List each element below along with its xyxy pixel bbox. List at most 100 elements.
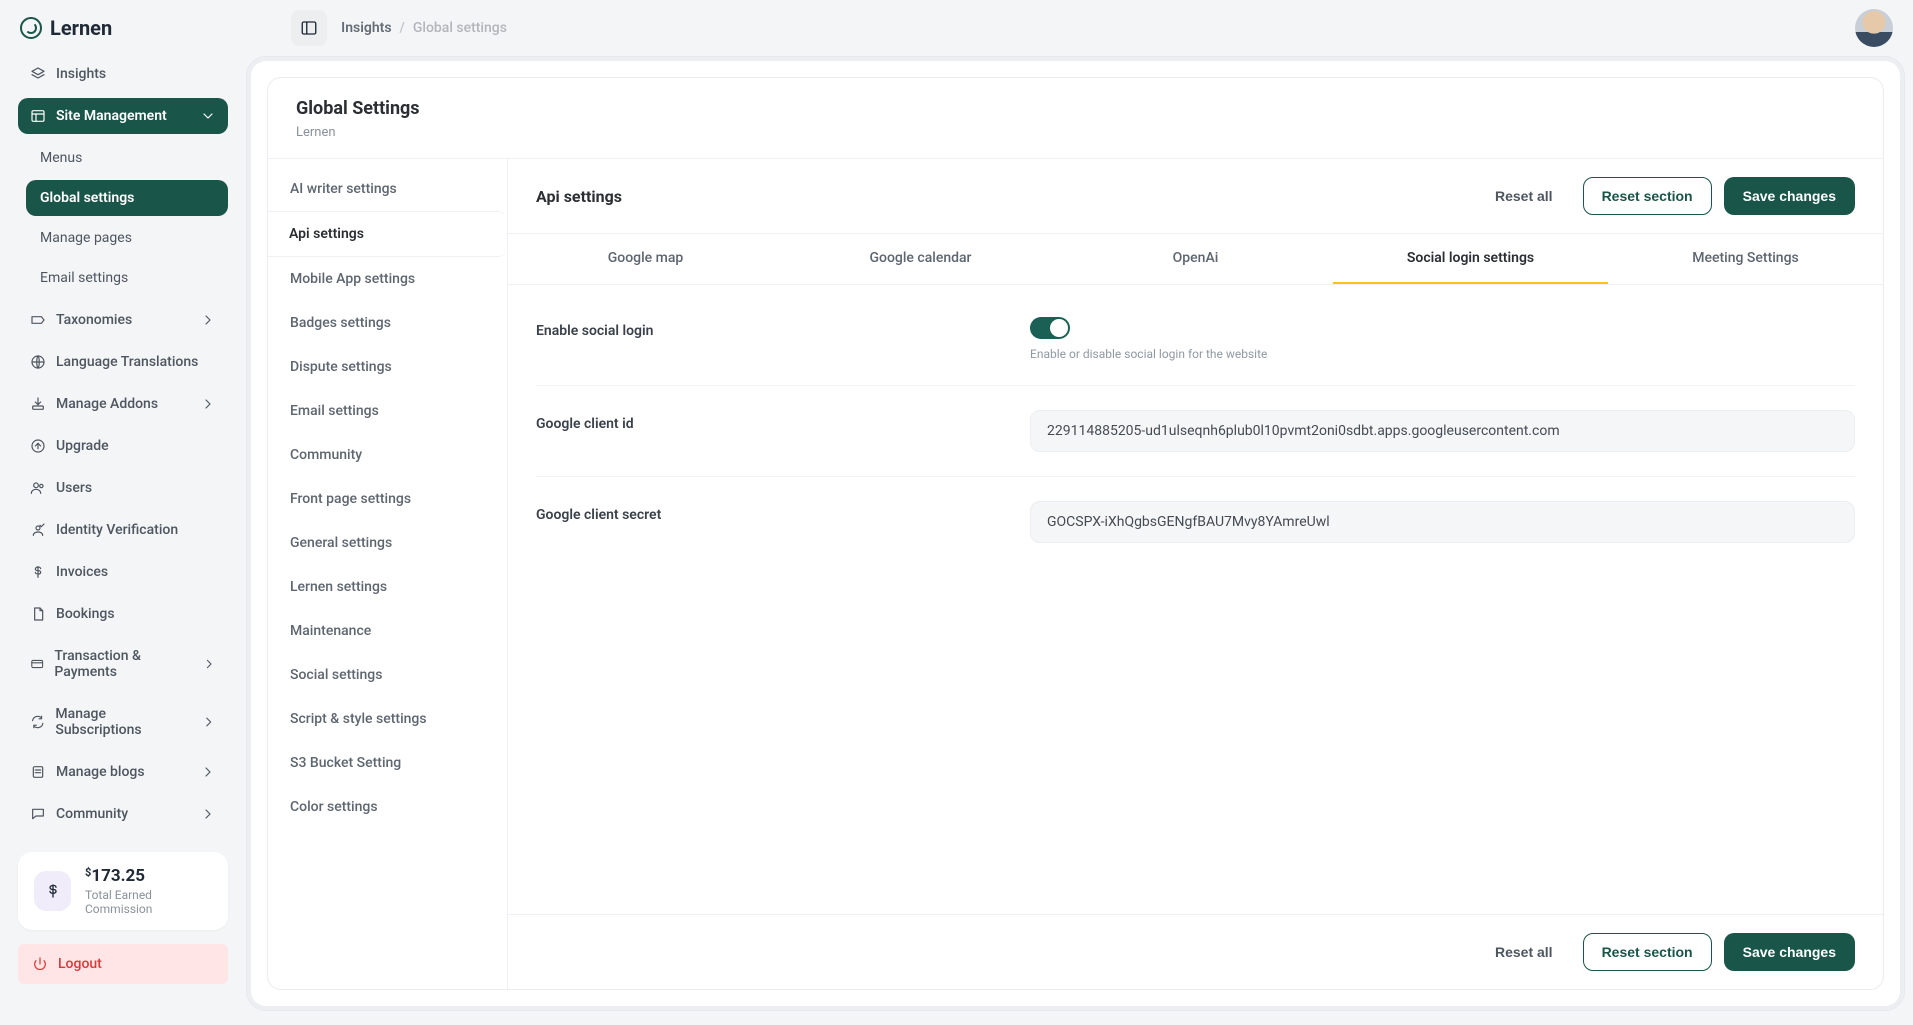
field-label: Google client id xyxy=(536,410,1006,432)
settings-tab-s3[interactable]: S3 Bucket Setting xyxy=(268,741,507,785)
sidebar-item-community[interactable]: Community xyxy=(18,796,228,832)
sidebar-item-label: Upgrade xyxy=(56,438,109,454)
chevron-down-icon xyxy=(200,108,216,124)
tag-icon xyxy=(30,312,46,328)
chevron-right-icon xyxy=(201,714,216,730)
chevron-right-icon xyxy=(200,312,216,328)
identity-icon xyxy=(30,522,46,538)
sidebar-sub-email-settings[interactable]: Email settings xyxy=(26,260,228,296)
logout-button[interactable]: Logout xyxy=(18,944,228,984)
settings-nav: AI writer settings Api settings Mobile A… xyxy=(268,159,508,989)
settings-tab-social[interactable]: Social settings xyxy=(268,653,507,697)
subtab-meeting[interactable]: Meeting Settings xyxy=(1608,234,1883,284)
commission-amount: $173.25 xyxy=(85,866,212,886)
sidebar-item-label: Site Management xyxy=(56,108,167,124)
user-avatar[interactable] xyxy=(1855,9,1893,47)
breadcrumb-separator: / xyxy=(400,20,405,36)
sidebar-item-label: Transaction & Payments xyxy=(54,648,191,680)
sidebar-item-label: Insights xyxy=(56,66,106,82)
save-button[interactable]: Save changes xyxy=(1724,177,1855,215)
chat-icon xyxy=(30,806,46,822)
settings-tab-script[interactable]: Script & style settings xyxy=(268,697,507,741)
settings-tab-front-page[interactable]: Front page settings xyxy=(268,477,507,521)
sidebar-item-addons[interactable]: Manage Addons xyxy=(18,386,228,422)
chevron-right-icon xyxy=(202,656,216,672)
download-icon xyxy=(30,396,46,412)
subtab-social-login[interactable]: Social login settings xyxy=(1333,234,1608,284)
brand-logo-mark xyxy=(20,17,42,39)
subtab-openai[interactable]: OpenAi xyxy=(1058,234,1333,284)
sidebar-item-upgrade[interactable]: Upgrade xyxy=(18,428,228,464)
sidebar-sub-menus[interactable]: Menus xyxy=(26,140,228,176)
upgrade-icon xyxy=(30,438,46,454)
settings-tab-badges[interactable]: Badges settings xyxy=(268,301,507,345)
card-icon xyxy=(30,656,44,672)
sidebar-item-transactions[interactable]: Transaction & Payments xyxy=(18,638,228,690)
sidebar-item-label: Manage blogs xyxy=(56,764,145,780)
field-enable-social-login: Enable social login Enable or disable so… xyxy=(536,293,1855,386)
sidebar-item-users[interactable]: Users xyxy=(18,470,228,506)
settings-tab-dispute[interactable]: Dispute settings xyxy=(268,345,507,389)
sidebar-item-label: Community xyxy=(56,806,128,822)
settings-tab-lernen[interactable]: Lernen settings xyxy=(268,565,507,609)
sidebar-sub-global-settings[interactable]: Global settings xyxy=(26,180,228,216)
sidebar-item-blogs[interactable]: Manage blogs xyxy=(18,754,228,790)
chevron-right-icon xyxy=(200,764,216,780)
save-button-footer[interactable]: Save changes xyxy=(1724,933,1855,971)
sidebar-item-identity[interactable]: Identity Verification xyxy=(18,512,228,548)
panel-title: Api settings xyxy=(536,187,1465,206)
settings-tab-email[interactable]: Email settings xyxy=(268,389,507,433)
sidebar-item-label: Users xyxy=(56,480,92,496)
settings-tab-general[interactable]: General settings xyxy=(268,521,507,565)
brand-logo[interactable]: Lernen xyxy=(20,16,112,40)
sidebar-collapse-button[interactable] xyxy=(291,10,327,46)
topbar: Lernen Insights / Global settings xyxy=(0,0,1913,56)
sidebar-item-label: Bookings xyxy=(56,606,115,622)
subtab-google-calendar[interactable]: Google calendar xyxy=(783,234,1058,284)
sidebar-sub-manage-pages[interactable]: Manage pages xyxy=(26,220,228,256)
sidebar-submenu-site-management: Menus Global settings Manage pages Email… xyxy=(18,140,228,296)
breadcrumb-root[interactable]: Insights xyxy=(341,20,391,36)
power-icon xyxy=(32,956,48,972)
settings-tab-api[interactable]: Api settings xyxy=(267,211,506,257)
sidebar-item-insights[interactable]: Insights xyxy=(18,56,228,92)
settings-tab-maintenance[interactable]: Maintenance xyxy=(268,609,507,653)
sidebar-item-bookings[interactable]: Bookings xyxy=(18,596,228,632)
commission-label: Total Earned Commission xyxy=(85,888,212,916)
file-icon xyxy=(30,606,46,622)
sidebar-item-label: Manage Addons xyxy=(56,396,158,412)
subtab-google-map[interactable]: Google map xyxy=(508,234,783,284)
field-google-client-secret: Google client secret xyxy=(536,477,1855,567)
google-client-id-input[interactable] xyxy=(1030,410,1855,452)
settings-tab-color[interactable]: Color settings xyxy=(268,785,507,829)
sidebar-item-site-management[interactable]: Site Management xyxy=(18,98,228,134)
sidebar: Insights Site Management Menus Global se… xyxy=(8,56,238,1011)
field-google-client-id: Google client id xyxy=(536,386,1855,477)
sidebar-item-invoices[interactable]: Invoices xyxy=(18,554,228,590)
reset-all-button[interactable]: Reset all xyxy=(1477,178,1571,214)
page-title: Global Settings xyxy=(296,98,1855,119)
sidebar-item-language[interactable]: Language Translations xyxy=(18,344,228,380)
commission-card: $173.25 Total Earned Commission xyxy=(18,852,228,930)
reset-section-button[interactable]: Reset section xyxy=(1583,177,1712,215)
enable-social-login-toggle[interactable] xyxy=(1030,317,1070,339)
sidebar-item-subscriptions[interactable]: Manage Subscriptions xyxy=(18,696,228,748)
page-subtitle: Lernen xyxy=(296,125,1855,140)
dollar-badge-icon xyxy=(34,871,71,911)
layout-icon xyxy=(30,108,46,124)
google-client-secret-input[interactable] xyxy=(1030,501,1855,543)
layers-icon xyxy=(30,66,46,82)
settings-tab-ai-writer[interactable]: AI writer settings xyxy=(268,167,507,211)
reset-all-button-footer[interactable]: Reset all xyxy=(1477,933,1571,971)
sidebar-item-label: Invoices xyxy=(56,564,108,580)
globe-icon xyxy=(30,354,46,370)
sidebar-item-taxonomies[interactable]: Taxonomies xyxy=(18,302,228,338)
field-label: Enable social login xyxy=(536,317,1006,339)
settings-tab-community[interactable]: Community xyxy=(268,433,507,477)
logout-label: Logout xyxy=(58,956,102,972)
settings-tab-mobile[interactable]: Mobile App settings xyxy=(268,257,507,301)
reset-section-button-footer[interactable]: Reset section xyxy=(1583,933,1712,971)
panel-left-icon xyxy=(300,19,318,37)
document-icon xyxy=(30,764,46,780)
sidebar-item-label: Language Translations xyxy=(56,354,198,370)
